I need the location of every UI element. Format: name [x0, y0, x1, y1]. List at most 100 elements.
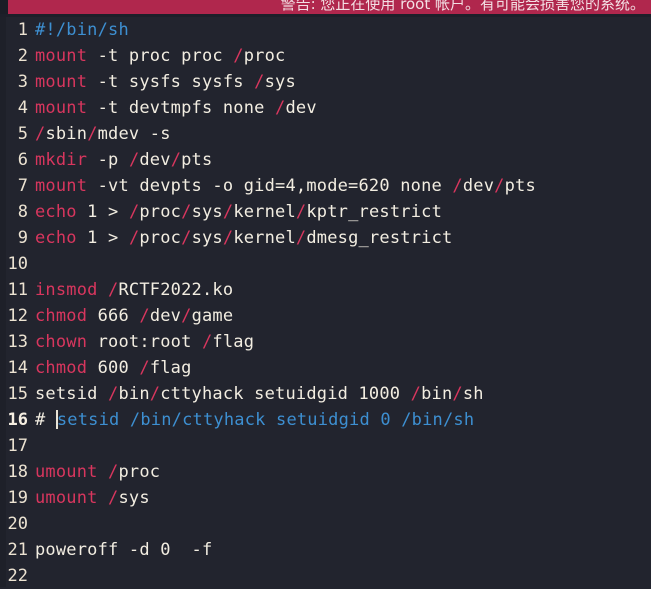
line-number: 21: [7, 540, 28, 560]
line-number: 1: [17, 20, 28, 40]
banner-left-gutter: [0, 0, 8, 15]
line-content[interactable]: mount -t proc proc /proc: [28, 43, 285, 69]
line-number: 6: [17, 150, 28, 170]
code-token: setsid: [35, 384, 109, 404]
code-line[interactable]: 14 chmod 600 /flag: [0, 355, 651, 381]
code-token: dmesg_restrict: [306, 228, 453, 248]
code-token: umount: [35, 462, 98, 482]
code-line[interactable]: 4 mount -t devtmpfs none /dev: [0, 95, 651, 121]
code-token: mdev -s: [97, 124, 171, 144]
code-token: /: [181, 202, 192, 222]
code-line[interactable]: 7 mount -vt devpts -o gid=4,mode=620 none…: [0, 173, 651, 199]
line-content[interactable]: chown root:root /flag: [28, 329, 254, 355]
code-token: /: [149, 384, 161, 404]
code-token: poweroff -d 0 -f: [35, 540, 213, 560]
line-content[interactable]: umount /sys: [28, 485, 150, 511]
code-line[interactable]: 18 umount /proc: [0, 459, 651, 485]
line-number: 20: [7, 514, 28, 534]
code-line[interactable]: 15 setsid /bin/cttyhack setuidgid 1000 /b…: [0, 381, 651, 407]
code-line[interactable]: 12 chmod 666 /dev/game: [0, 303, 651, 329]
code-line[interactable]: 2 mount -t proc proc /proc: [0, 43, 651, 69]
code-token: /: [108, 488, 119, 508]
code-token: /: [128, 150, 140, 170]
line-content[interactable]: chmod 666 /dev/game: [28, 303, 233, 329]
code-token: /: [139, 358, 150, 378]
code-token: -vt devpts -o gid=4,mode=620 none: [87, 176, 453, 196]
code-line[interactable]: 3 mount -t sysfs sysfs /sys: [0, 69, 651, 95]
line-number: 18: [7, 462, 28, 482]
line-content[interactable]: /sbin/mdev -s: [28, 121, 171, 147]
code-token: sys: [191, 202, 223, 222]
line-content[interactable]: echo 1 > /proc/sys/kernel/dmesg_restrict: [28, 225, 452, 251]
line-number: 2: [17, 46, 28, 66]
line-number: 3: [17, 72, 28, 92]
code-token: echo: [35, 228, 77, 248]
code-line[interactable]: 9 echo 1 > /proc/sys/kernel/dmesg_restric…: [0, 225, 651, 251]
line-content[interactable]: mkdir -p /dev/pts: [28, 147, 212, 173]
line-content[interactable]: mount -t devtmpfs none /dev: [28, 95, 317, 121]
line-number: 17: [7, 436, 28, 456]
code-line[interactable]: 10: [0, 251, 651, 277]
code-token: /: [181, 228, 192, 248]
line-number: 5: [17, 124, 28, 144]
line-number: 10: [7, 254, 28, 274]
code-token: -t sysfs sysfs: [87, 72, 255, 92]
code-token: bin: [421, 384, 453, 404]
line-number: 14: [7, 358, 28, 378]
code-token: dev: [149, 306, 182, 326]
code-token: umount: [35, 488, 98, 508]
code-token: pts: [504, 176, 536, 196]
code-token: /: [170, 150, 182, 170]
line-content[interactable]: poweroff -d 0 -f: [28, 537, 212, 563]
code-line[interactable]: 16 # setsid /bin/cttyhack setuidgid 0 /bi…: [0, 407, 651, 433]
line-content[interactable]: # setsid /bin/cttyhack setuidgid 0 /bin/…: [28, 407, 474, 433]
root-account-warning-banner: 警告: 您正在使用 root 帐户。有可能会损害您的系统。: [8, 0, 651, 14]
line-number: 13: [7, 332, 28, 352]
code-token: /: [295, 202, 307, 222]
code-lines-container[interactable]: 1 #!/bin/sh 2 mount -t proc proc /proc 3 moun…: [0, 17, 651, 589]
code-token: setsid /bin/cttyhack setuidgid 0 /bin/sh: [56, 410, 475, 430]
line-content[interactable]: mount -t sysfs sysfs /sys: [28, 69, 296, 95]
code-token: mount: [35, 98, 88, 118]
code-line[interactable]: 11 insmod /RCTF2022.ko: [0, 277, 651, 303]
code-token: /: [222, 202, 234, 222]
code-token: sbin: [45, 124, 88, 144]
line-number: 16: [7, 410, 28, 430]
code-token: -p: [87, 150, 129, 170]
line-content[interactable]: chmod 600 /flag: [28, 355, 192, 381]
code-token: sh: [462, 384, 484, 404]
code-line[interactable]: 1 #!/bin/sh: [0, 17, 651, 43]
code-token: mount: [35, 72, 88, 92]
code-line[interactable]: 13 chown root:root /flag: [0, 329, 651, 355]
code-token: game: [191, 306, 234, 326]
code-token: #!/bin/sh: [35, 20, 129, 40]
code-editor[interactable]: 1 #!/bin/sh 2 mount -t proc proc /proc 3 moun…: [0, 17, 651, 587]
code-line[interactable]: 8 echo 1 > /proc/sys/kernel/kptr_restrict: [0, 199, 651, 225]
code-line[interactable]: 21 poweroff -d 0 -f: [0, 537, 651, 563]
code-line[interactable]: 20: [0, 511, 651, 537]
code-line[interactable]: 6 mkdir -p /dev/pts: [0, 147, 651, 173]
code-token: 666: [87, 306, 140, 326]
code-line[interactable]: 22: [0, 563, 651, 589]
code-token: /: [410, 384, 422, 404]
line-content[interactable]: insmod /RCTF2022.ko: [28, 277, 233, 303]
code-token: /: [108, 462, 119, 482]
code-line[interactable]: 5/sbin/mdev -s: [0, 121, 651, 147]
code-token: /: [494, 176, 505, 196]
code-token: echo: [35, 202, 77, 222]
line-content[interactable]: mount -vt devpts -o gid=4,mode=620 none …: [28, 173, 536, 199]
code-token: kptr_restrict: [306, 202, 443, 222]
code-token: 1 >: [76, 202, 129, 222]
code-token: /: [87, 124, 98, 144]
line-content[interactable]: setsid /bin/cttyhack setuidgid 1000 /bin…: [28, 381, 484, 407]
line-content[interactable]: #!/bin/sh: [28, 17, 129, 43]
code-line[interactable]: 17: [0, 433, 651, 459]
code-token: proc: [243, 46, 286, 66]
code-token: /: [233, 46, 244, 66]
code-line[interactable]: 19 umount /sys: [0, 485, 651, 511]
line-content[interactable]: umount /proc: [28, 459, 160, 485]
code-token: /: [108, 384, 119, 404]
code-token: RCTF2022.ko: [118, 280, 234, 300]
line-content[interactable]: echo 1 > /proc/sys/kernel/kptr_restrict: [28, 199, 442, 225]
